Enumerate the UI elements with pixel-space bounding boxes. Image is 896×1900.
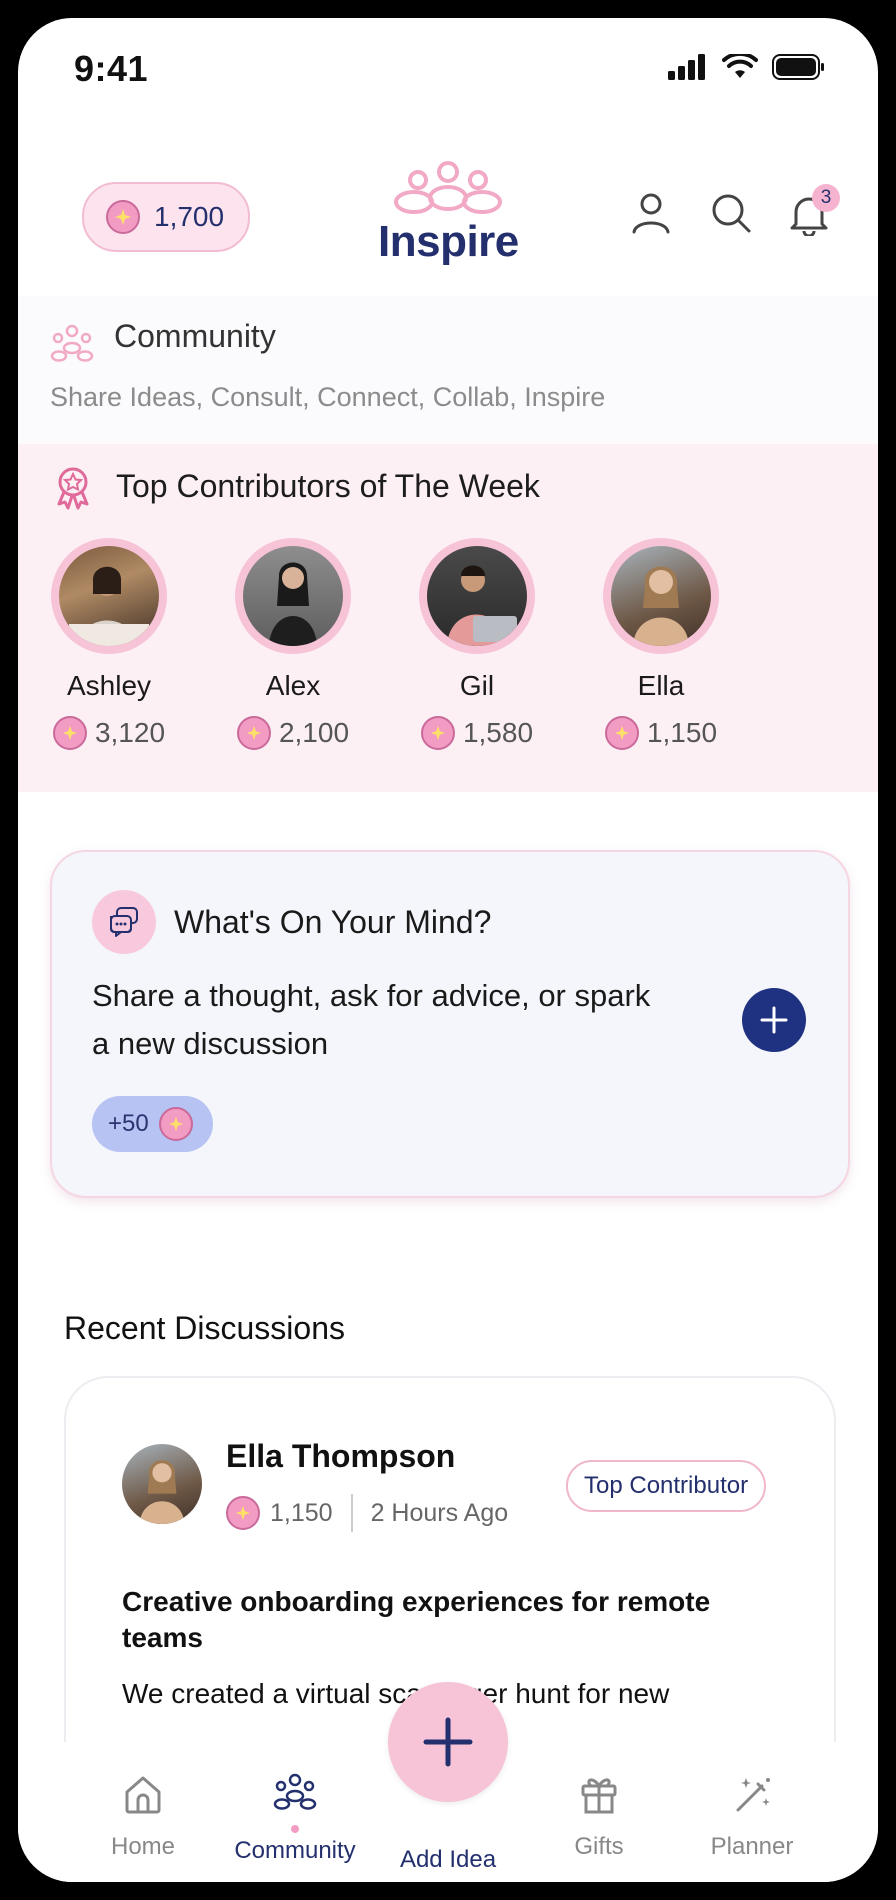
- community-icon: [273, 1773, 317, 1810]
- contributor-score: 3,120: [44, 716, 174, 750]
- contributor-points: 1,580: [462, 717, 534, 748]
- sparkle-icon: [158, 1107, 193, 1141]
- sparkle-icon: [106, 200, 140, 234]
- device-frame: 9:41 1,700 Inspire 3 Community Share Ide…: [0, 0, 896, 1900]
- whats-on-your-mind-card[interactable]: What's On Your Mind? Share a thought, as…: [50, 850, 850, 1198]
- nav-community[interactable]: Community: [220, 1772, 370, 1865]
- recent-discussions-title: Recent Discussions: [64, 1310, 345, 1346]
- nav-label: Add Idea: [399, 1846, 497, 1873]
- logo-text: Inspire: [378, 217, 519, 266]
- nav-label: Home: [110, 1833, 176, 1860]
- avatar: [419, 538, 535, 654]
- contributor-ashley[interactable]: Ashley 3,120: [44, 538, 174, 750]
- plus-icon: [760, 1006, 788, 1034]
- profile-icon[interactable]: [628, 190, 674, 236]
- chat-bubbles-icon: [92, 890, 156, 954]
- app-header: 1,700 Inspire 3: [18, 118, 878, 297]
- points-value: 1,700: [154, 201, 225, 232]
- signal-icon: [668, 54, 705, 80]
- logo-people-icon: [394, 161, 502, 214]
- avatar[interactable]: [122, 1444, 202, 1524]
- award-icon: [57, 467, 89, 510]
- contributor-points: 2,100: [278, 717, 350, 748]
- notification-badge: 3: [812, 184, 840, 212]
- sparkle-icon: [420, 716, 455, 750]
- mind-card-body: Share a thought, ask for advice, or spar…: [92, 978, 651, 1061]
- post-time: 2 Hours Ago: [370, 1498, 509, 1527]
- avatar: [603, 538, 719, 654]
- nav-label: Community: [234, 1837, 356, 1864]
- add-post-button[interactable]: [742, 988, 806, 1052]
- meta-divider: [350, 1494, 353, 1532]
- active-indicator: [291, 1825, 299, 1833]
- contributor-score: 2,100: [228, 716, 358, 750]
- home-icon: [125, 1776, 161, 1814]
- gift-icon: [581, 1778, 617, 1814]
- mind-card-title: What's On Your Mind?: [174, 904, 492, 940]
- community-subtitle: Share Ideas, Consult, Connect, Collab, I…: [50, 382, 606, 412]
- contributor-name: Ella: [637, 670, 685, 701]
- battery-icon: [772, 54, 824, 80]
- sparkle-icon: [604, 716, 639, 750]
- top-contributors-section: Top Contributors of The Week Ashley 3,12…: [18, 444, 878, 792]
- app-logo[interactable]: Inspire: [378, 160, 519, 267]
- top-contributors-title: Top Contributors of The Week: [116, 468, 540, 504]
- sparkle-icon: [236, 716, 271, 750]
- bonus-points-badge: +50: [92, 1096, 213, 1152]
- contributor-alex[interactable]: Alex 2,100: [228, 538, 358, 750]
- nav-home[interactable]: Home: [68, 1772, 218, 1861]
- post-title: Creative onboarding experiences for remo…: [122, 1586, 711, 1653]
- wifi-icon: [722, 54, 758, 78]
- status-time: 9:41: [74, 48, 149, 89]
- contributor-ella[interactable]: Ella 1,150: [596, 538, 726, 750]
- contributor-gil[interactable]: Gil 1,580: [412, 538, 542, 750]
- contributor-points: 1,150: [646, 717, 718, 748]
- contributor-name: Gil: [459, 670, 495, 701]
- post-meta: 1,150 2 Hours Ago: [226, 1494, 508, 1532]
- sparkle-icon: [52, 716, 87, 750]
- post-author-points: 1,150: [270, 1498, 333, 1527]
- search-icon[interactable]: [708, 190, 754, 236]
- contributor-name: Ashley: [66, 670, 152, 701]
- points-pill[interactable]: 1,700: [82, 182, 251, 252]
- nav-planner[interactable]: Planner: [677, 1772, 827, 1861]
- avatar: [235, 538, 351, 654]
- contributor-name: Alex: [265, 670, 321, 701]
- nav-label: Planner: [710, 1833, 794, 1860]
- nav-gifts[interactable]: Gifts: [524, 1772, 674, 1861]
- community-section: Community Share Ideas, Consult, Connect,…: [18, 296, 878, 444]
- nav-add-idea[interactable]: Add Idea: [373, 1846, 523, 1874]
- contributor-score: 1,580: [412, 716, 542, 750]
- plus-icon: [423, 1717, 473, 1767]
- nav-label: Gifts: [574, 1833, 624, 1860]
- bonus-points-value: +50: [108, 1110, 149, 1137]
- community-title: Community: [114, 318, 276, 354]
- avatar: [51, 538, 167, 654]
- contributor-score: 1,150: [596, 716, 726, 750]
- status-bar: 9:41: [18, 18, 878, 118]
- sparkle-icon: [226, 1496, 260, 1530]
- top-contributor-tag: Top Contributor: [566, 1460, 767, 1512]
- community-icon: [50, 324, 94, 362]
- magic-wand-icon: [736, 1778, 770, 1812]
- contributor-points: 3,120: [94, 717, 166, 748]
- add-idea-button[interactable]: [388, 1682, 508, 1802]
- post-author-name[interactable]: Ella Thompson: [226, 1438, 455, 1475]
- app-screen: 9:41 1,700 Inspire 3 Community Share Ide…: [18, 18, 878, 1882]
- status-icons: [668, 54, 826, 80]
